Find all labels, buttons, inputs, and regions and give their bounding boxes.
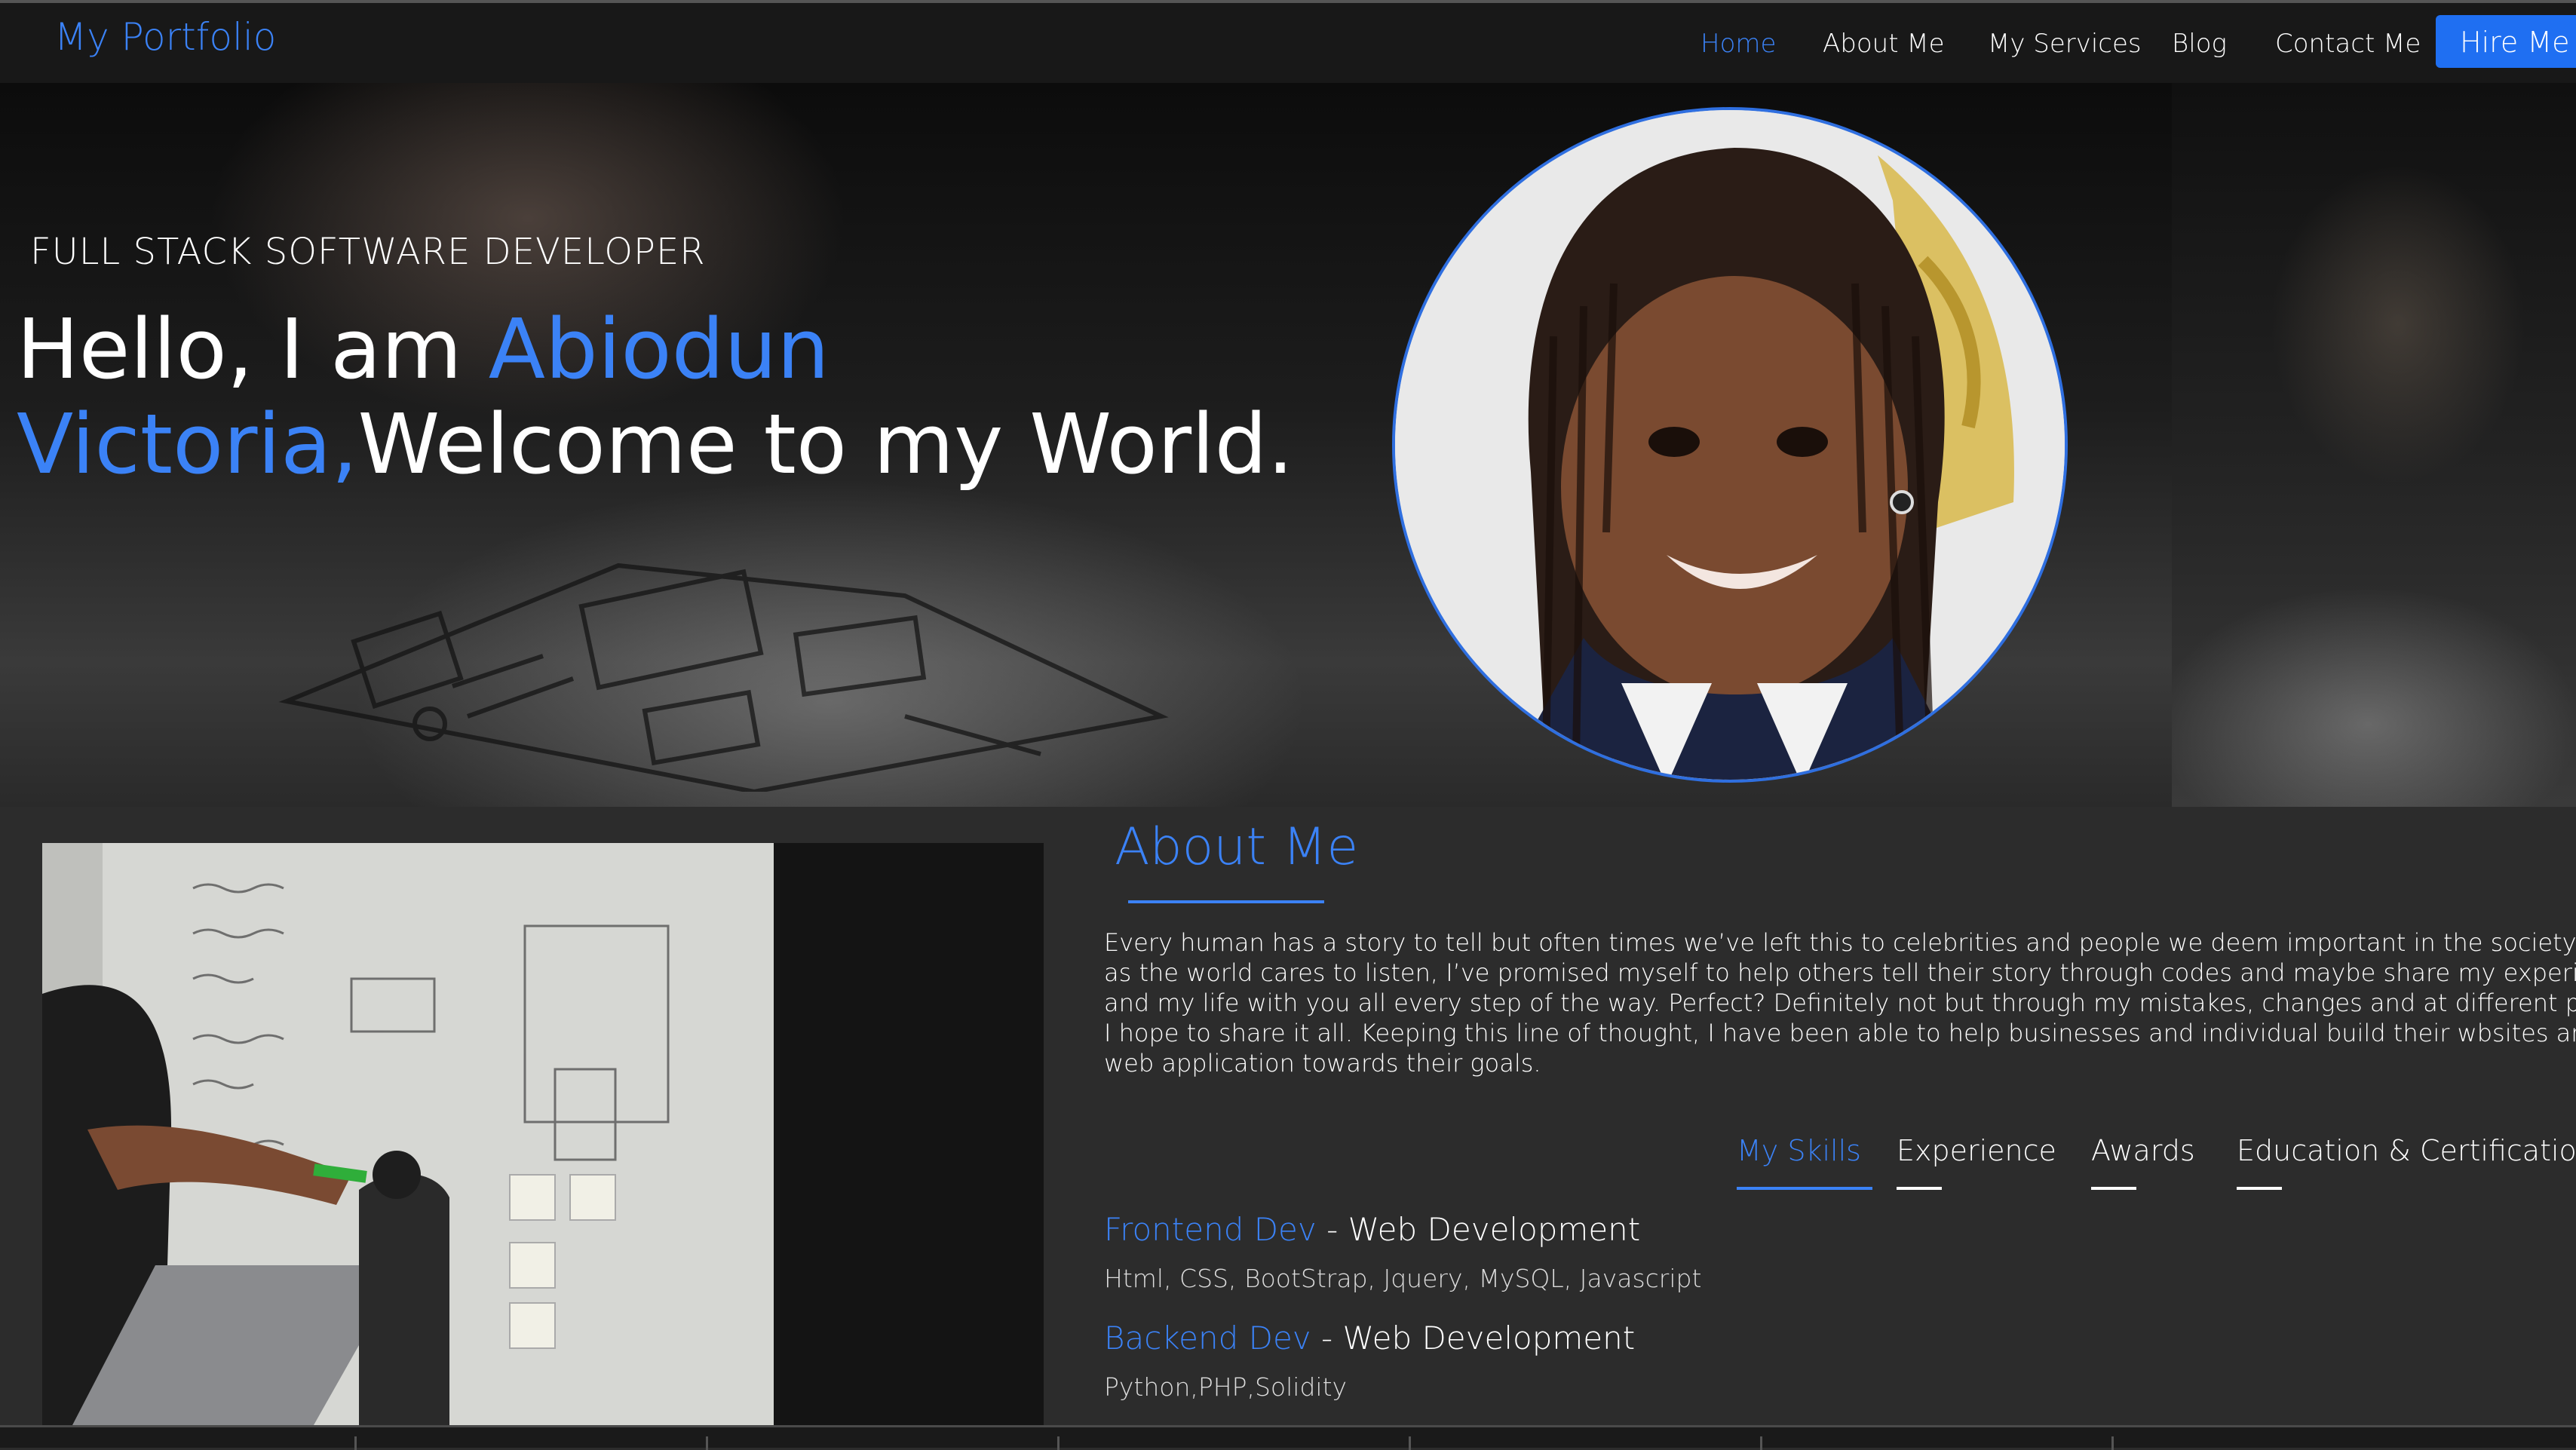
navbar: My Portfolio Home About Me My Services B… [0,3,2576,83]
hero-subtitle: FULL STACK SOFTWARE DEVELOPER [30,231,706,273]
tab-awards[interactable]: Awards [2091,1134,2195,1167]
about-section: About Me Every human has a story to tell… [0,807,2576,1425]
skill-category: Web Development [1342,1320,1636,1357]
nav-link-contact-me[interactable]: Contact Me [2275,29,2421,59]
tab-my-skills[interactable]: My Skills [1737,1134,1861,1167]
tab-education-certification[interactable]: Education & Certification [2237,1134,2576,1167]
hero-heading: Hello, I am Abiodun Victoria,Welcome to … [17,302,1299,492]
nav-link-about-me[interactable]: About Me [1823,29,1945,59]
next-section-edge [0,1425,2576,1450]
about-heading: About Me [1115,817,1359,877]
divider [1760,1436,1762,1450]
about-heading-underline [1128,900,1324,903]
about-image [42,843,1044,1425]
about-paragraph-line: Every human has a story to tell but ofte… [1104,928,2576,957]
tab-education-underline [2237,1187,2282,1190]
tab-experience-underline [1897,1187,1942,1190]
divider [2111,1436,2114,1450]
about-paragraph-line: web application towards their goals. [1104,1049,1541,1078]
skill-separator: - [1311,1320,1343,1357]
nav-link-blog[interactable]: Blog [2172,29,2227,59]
skill-detail-backend: Python,PHP,Solidity [1104,1372,1348,1402]
nav-link-my-services[interactable]: My Services [1988,29,2142,59]
tab-my-skills-underline [1737,1187,1872,1190]
skill-detail-frontend: Html, CSS, BootStrap, Jquery, MySQL, Jav… [1104,1264,1702,1293]
about-paragraph-line: and my life with you all every step of t… [1104,989,2576,1017]
skill-separator: - [1316,1211,1348,1248]
profile-photo-icon [1395,110,2065,780]
about-paragraph-line: I hope to share it all. Keeping this lin… [1104,1019,2576,1047]
hero-greeting: Hello, I am [17,301,489,397]
profile-avatar [1392,107,2068,783]
hero-background-image-right [2172,83,2576,807]
hero-section: FULL STACK SOFTWARE DEVELOPER Hello, I a… [0,83,2576,807]
whiteboard-planning-photo-icon [42,843,1044,1425]
tab-awards-underline [2091,1187,2136,1190]
divider [1057,1436,1060,1450]
divider [354,1436,357,1450]
skill-name: Backend Dev [1104,1320,1311,1357]
about-paragraph-line: as the world cares to listen, I’ve promi… [1104,958,2576,987]
skill-title-frontend: Frontend Dev - Web Development [1104,1211,1640,1248]
skill-category: Web Development [1348,1211,1641,1248]
tab-experience[interactable]: Experience [1897,1134,2056,1167]
hire-me-button[interactable]: Hire Me [2436,15,2576,68]
nav-link-home[interactable]: Home [1700,29,1776,59]
skill-name: Frontend Dev [1104,1211,1317,1248]
divider [706,1436,708,1450]
about-paragraph: Every human has a story to tell but ofte… [1104,927,2576,1078]
skill-title-backend: Backend Dev - Web Development [1104,1320,1635,1357]
brand-logo-link[interactable]: My Portfolio [54,15,276,59]
hero-welcome: Welcome to my World. [357,396,1294,492]
divider [1409,1436,1411,1450]
